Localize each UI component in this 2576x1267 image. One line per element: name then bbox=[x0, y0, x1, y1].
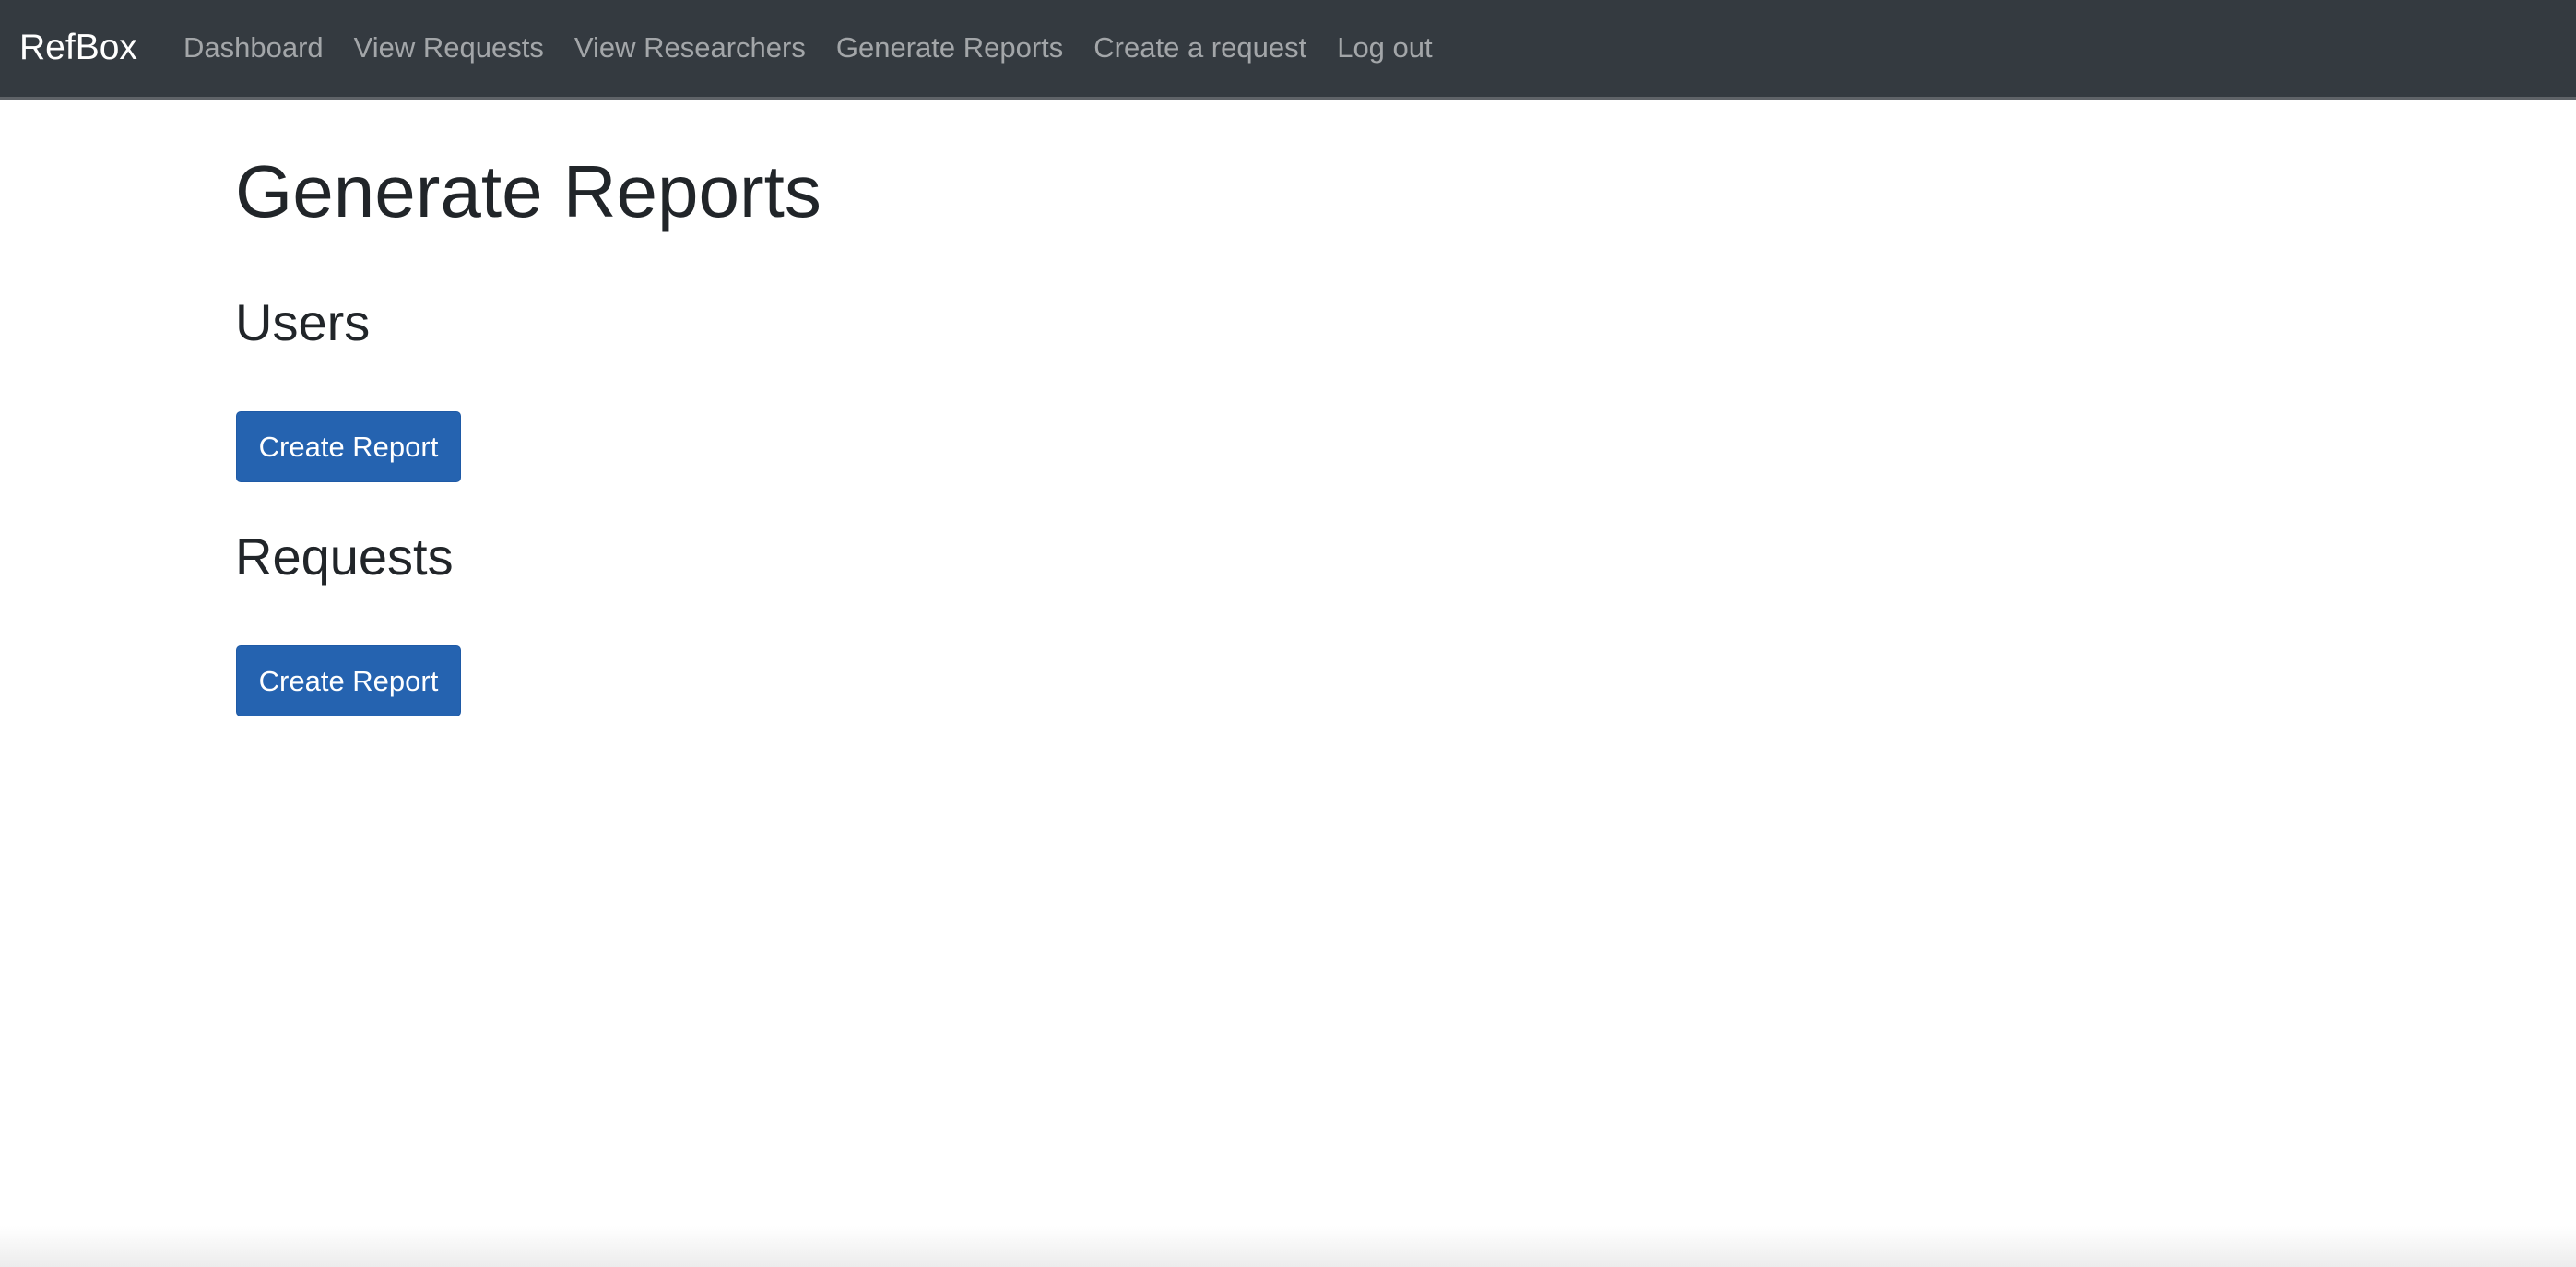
users-section-heading: Users bbox=[235, 293, 371, 351]
top-navbar: RefBox Dashboard View Requests View Rese… bbox=[0, 0, 2576, 100]
users-create-report-button[interactable]: Create Report bbox=[236, 411, 461, 482]
bottom-shadow bbox=[0, 1226, 2576, 1267]
requests-section-heading: Requests bbox=[235, 527, 454, 586]
nav-link-create-request[interactable]: Create a request bbox=[1093, 22, 1306, 74]
nav-link-view-researchers[interactable]: View Researchers bbox=[574, 22, 806, 74]
page-title: Generate Reports bbox=[235, 150, 821, 232]
nav-link-generate-reports[interactable]: Generate Reports bbox=[836, 22, 1063, 74]
nav-link-view-requests[interactable]: View Requests bbox=[354, 22, 544, 74]
nav-links: Dashboard View Requests View Researchers… bbox=[183, 22, 1463, 74]
requests-create-report-button[interactable]: Create Report bbox=[236, 645, 461, 716]
nav-link-log-out[interactable]: Log out bbox=[1337, 22, 1432, 74]
brand-logo-link[interactable]: RefBox bbox=[19, 22, 137, 74]
nav-link-dashboard[interactable]: Dashboard bbox=[183, 22, 324, 74]
